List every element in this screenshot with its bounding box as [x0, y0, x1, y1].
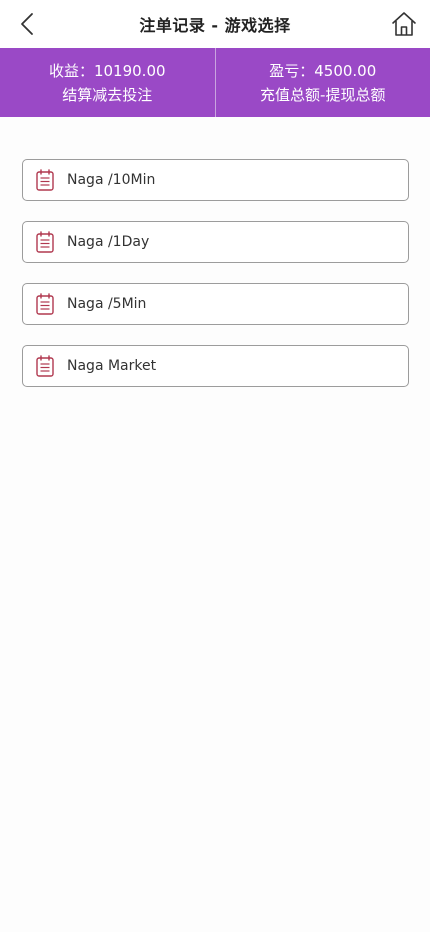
- document-list-icon: [34, 231, 56, 253]
- game-item-label: Naga /5Min: [67, 296, 147, 312]
- chevron-left-icon: [21, 13, 33, 35]
- document-list-icon: [34, 169, 56, 191]
- game-item-naga-market[interactable]: Naga Market: [22, 345, 409, 387]
- home-button[interactable]: [388, 8, 420, 40]
- income-stat: 收益：10190.00 结算减去投注: [0, 48, 215, 117]
- home-icon: [392, 12, 416, 36]
- back-button[interactable]: [12, 9, 42, 39]
- header-bar: 注单记录 - 游戏选择: [0, 0, 430, 48]
- game-item-label: Naga /10Min: [67, 172, 156, 188]
- game-item-label: Naga /1Day: [67, 234, 150, 250]
- profit-stat: 盈亏：4500.00 充值总额-提现总额: [214, 48, 430, 117]
- page-title: 注单记录 - 游戏选择: [139, 16, 291, 35]
- game-item-naga-1day[interactable]: Naga /1Day: [22, 221, 409, 263]
- document-list-icon: [34, 355, 56, 377]
- game-item-naga-5min[interactable]: Naga /5Min: [22, 283, 409, 325]
- profit-description: 充值总额-提现总额: [260, 85, 386, 104]
- stats-banner: 收益：10190.00 结算减去投注 盈亏：4500.00 充值总额-提现总额: [0, 48, 430, 117]
- income-value: 收益：10190.00: [48, 61, 166, 80]
- game-item-naga-10min[interactable]: Naga /10Min: [22, 159, 409, 201]
- game-item-label: Naga Market: [67, 358, 157, 374]
- document-list-icon: [34, 293, 56, 315]
- profit-value: 盈亏：4500.00: [269, 61, 377, 80]
- income-description: 结算减去投注: [62, 85, 153, 104]
- game-list: Naga /10Min Naga /1Day Naga /5Min Naga M…: [22, 159, 409, 407]
